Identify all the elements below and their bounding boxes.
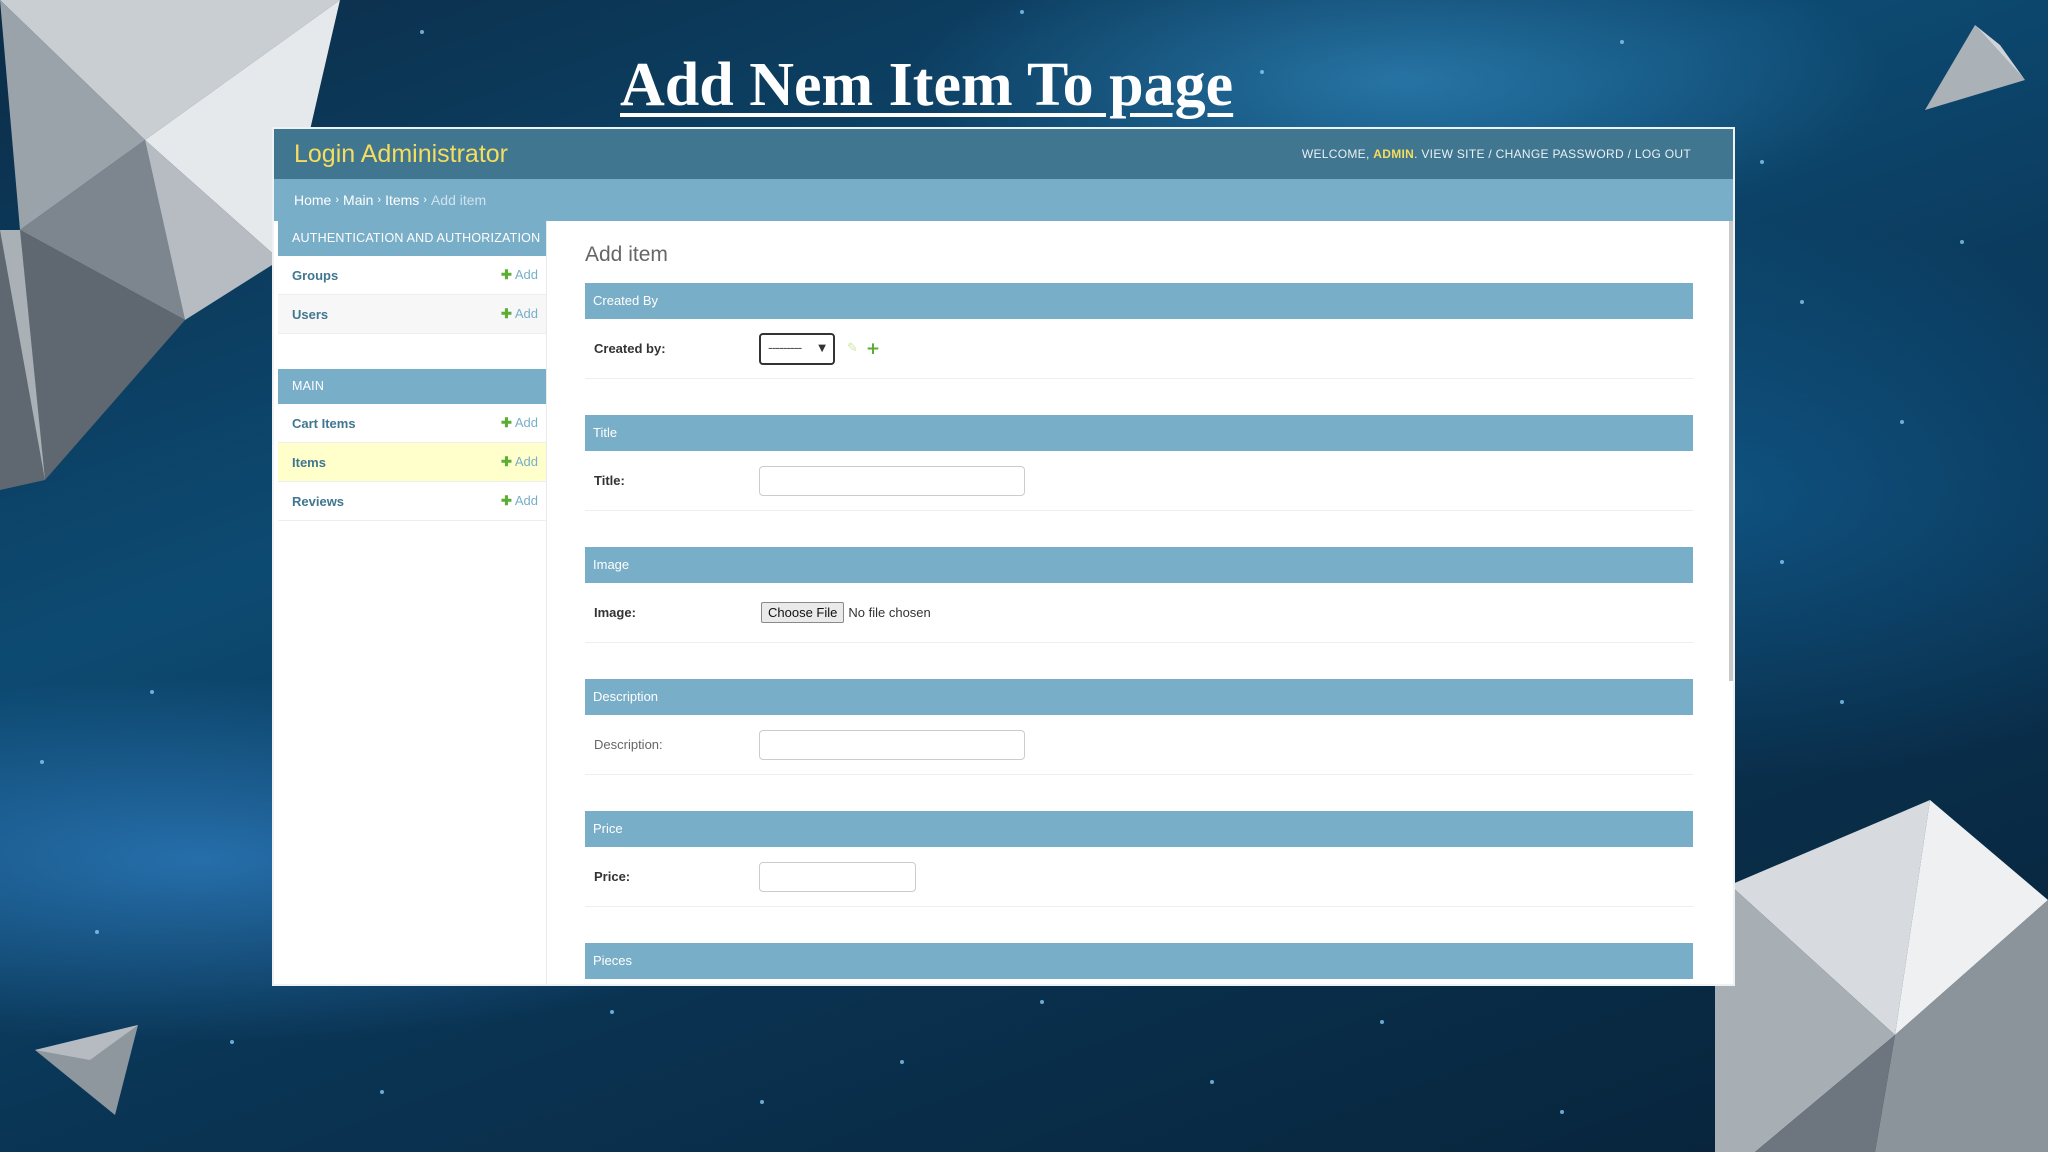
description-label: Description: xyxy=(594,737,663,752)
breadcrumb: Home › Main › Items › Add item xyxy=(274,179,1733,221)
sidebar-item-reviews: Reviews ✚ Add xyxy=(278,482,546,521)
title-input[interactable] xyxy=(759,465,1025,496)
username: ADMIN xyxy=(1373,147,1415,161)
fieldset-created-by: Created By xyxy=(585,283,1693,319)
created-by-row: Created by: --------- ▼ ✎ + xyxy=(585,319,1693,379)
bottom-right-polygon-decoration xyxy=(1715,800,2048,1152)
choose-file-button[interactable]: Choose File xyxy=(761,602,845,623)
change-password-link[interactable]: CHANGE PASSWORD xyxy=(1496,147,1624,161)
groups-add-link[interactable]: ✚ Add xyxy=(501,267,538,283)
add-plus-icon: ✚ xyxy=(500,415,512,430)
separator: / xyxy=(1627,147,1632,161)
bottom-left-polygon-decoration xyxy=(35,1025,138,1115)
fieldset-price: Price xyxy=(585,811,1693,847)
slide-title: Add Nem Item To page xyxy=(620,51,1234,119)
reviews-add-link[interactable]: ✚ Add xyxy=(501,493,538,509)
fieldset-image: Image xyxy=(585,547,1693,583)
add-plus-icon: ✚ xyxy=(500,454,512,469)
description-row: Description: xyxy=(585,715,1693,775)
sidebar-item-cart-items: Cart Items ✚ Add xyxy=(278,404,546,443)
fieldset-title: Title xyxy=(585,415,1693,451)
chevron-down-icon: ▼ xyxy=(818,343,826,354)
admin-window: Login Administrator WELCOME, ADMIN. VIEW… xyxy=(274,129,1733,984)
price-label: Price: xyxy=(594,869,631,884)
add-label: Add xyxy=(514,267,538,282)
admin-header: Login Administrator WELCOME, ADMIN. VIEW… xyxy=(274,129,1733,179)
add-plus-icon: ✚ xyxy=(500,267,512,282)
image-label: Image: xyxy=(594,605,636,620)
items-add-link[interactable]: ✚ Add xyxy=(501,454,538,470)
add-label: Add xyxy=(514,493,538,508)
scrollbar[interactable] xyxy=(1729,221,1733,681)
file-status: No file chosen xyxy=(848,605,931,620)
breadcrumb-home[interactable]: Home xyxy=(294,192,331,208)
add-label: Add xyxy=(514,454,538,469)
add-plus-icon: ✚ xyxy=(500,306,512,321)
add-label: Add xyxy=(514,415,538,430)
separator: / xyxy=(1488,147,1493,161)
breadcrumb-separator: › xyxy=(377,194,382,206)
page-title: Add item xyxy=(585,243,668,266)
sidebar-item-users: Users ✚ Add xyxy=(278,295,546,334)
users-add-link[interactable]: ✚ Add xyxy=(501,306,538,322)
title-label: Title: xyxy=(594,473,625,488)
log-out-link[interactable]: LOG OUT xyxy=(1635,147,1691,161)
created-by-label: Created by: xyxy=(594,341,666,356)
fieldset-description: Description xyxy=(585,679,1693,715)
price-row: Price: xyxy=(585,847,1693,907)
add-plus-icon: ✚ xyxy=(500,493,512,508)
cart-items-link[interactable]: Cart Items xyxy=(292,416,356,431)
site-brand[interactable]: Login Administrator xyxy=(294,140,508,169)
user-tools: WELCOME, ADMIN. VIEW SITE / CHANGE PASSW… xyxy=(1301,147,1691,161)
welcome-text: WELCOME, xyxy=(1301,147,1370,161)
breadcrumb-separator: › xyxy=(335,194,340,206)
sidebar: AUTHENTICATION AND AUTHORIZATION Groups … xyxy=(278,221,547,984)
sidebar-item-groups: Groups ✚ Add xyxy=(278,256,546,295)
breadcrumb-current: Add item xyxy=(430,192,487,208)
title-row: Title: xyxy=(585,451,1693,511)
breadcrumb-main[interactable]: Main xyxy=(343,192,373,208)
main-content: Add item Created By Created by: --------… xyxy=(547,221,1733,984)
add-label: Add xyxy=(514,306,538,321)
edit-pencil-icon[interactable]: ✎ xyxy=(847,341,858,356)
add-related-plus-icon[interactable]: + xyxy=(866,339,880,359)
users-link[interactable]: Users xyxy=(292,307,328,322)
sidebar-item-items: Items ✚ Add xyxy=(278,443,546,482)
items-link[interactable]: Items xyxy=(292,455,326,470)
main-module-caption[interactable]: MAIN xyxy=(278,369,546,404)
price-input[interactable] xyxy=(759,861,916,892)
description-input[interactable] xyxy=(759,729,1025,760)
breadcrumb-items[interactable]: Items xyxy=(385,192,419,208)
fieldset-pieces: Pieces xyxy=(585,943,1693,979)
auth-module-caption[interactable]: AUTHENTICATION AND AUTHORIZATION xyxy=(278,221,546,256)
reviews-link[interactable]: Reviews xyxy=(292,494,344,509)
view-site-link[interactable]: VIEW SITE xyxy=(1421,147,1484,161)
breadcrumb-separator: › xyxy=(423,194,427,206)
top-right-polygon-decoration xyxy=(1925,25,2025,110)
created-by-select[interactable]: --------- ▼ xyxy=(759,332,835,365)
cart-items-add-link[interactable]: ✚ Add xyxy=(501,415,538,431)
select-value: --------- xyxy=(768,341,802,356)
groups-link[interactable]: Groups xyxy=(292,268,338,283)
image-row: Image: Choose File No file chosen xyxy=(585,583,1693,643)
